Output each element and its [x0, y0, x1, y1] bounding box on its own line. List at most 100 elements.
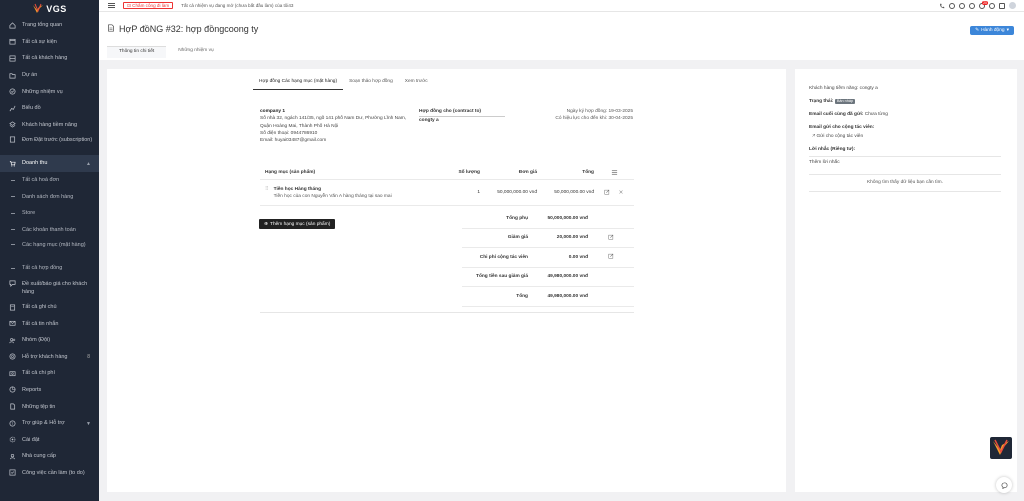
chat-support-button[interactable] — [996, 477, 1012, 493]
contract-dates: Ngày ký hợp đồng: 19-03-2025 Có hiệu lực… — [555, 108, 633, 123]
summary-label: Tổng — [516, 293, 528, 299]
tab-tasks[interactable]: Những nhiệm vụ — [166, 46, 225, 58]
edit-affiliate-cost-icon[interactable] — [608, 253, 614, 261]
contract-to-value[interactable]: congty a — [419, 117, 505, 124]
sidebar-sub-label: Tất cả hợp đồng — [22, 265, 63, 272]
proposal-icon — [9, 280, 16, 287]
sidebar-sub-label: Các hạng mục (mặt hàng) — [22, 242, 86, 249]
message-icon — [9, 320, 16, 327]
chat-bubble-icon[interactable]: 20 — [979, 0, 988, 9]
add-reminder-link[interactable]: Thêm lời nhắc — [809, 160, 840, 165]
counter-dot: 8 — [87, 353, 90, 360]
sidebar-sub-label: Tất cả hoá đơn — [22, 177, 60, 184]
sidebar-item-expenses[interactable]: Tất cả chi phí — [0, 365, 99, 382]
col-price: Đơn giá — [518, 170, 537, 175]
reminder-label-text: Lời nhắc (Riêng tư): — [809, 147, 856, 152]
divider — [809, 174, 1001, 175]
table-header-row: Hạng mục (sản phẩm) Số lượng Đơn giá Tổn… — [260, 166, 634, 180]
support-icon — [9, 353, 16, 360]
open-tasks-link[interactable]: Tất cả nhiệm vụ đang mở (chưa bắt đầu là… — [181, 3, 293, 8]
tab-contract-preview[interactable]: Xem trước — [399, 78, 434, 90]
bell-icon[interactable] — [989, 2, 995, 9]
add-item-label: Thêm hạng mục (sản phẩm) — [270, 221, 331, 227]
table-row: ⠿ Tiền học Hàng tháng Tiền học của con N… — [260, 180, 634, 206]
floating-brand-widget[interactable] — [990, 437, 1012, 459]
sidebar-item-files[interactable]: Những tệp tin — [0, 398, 99, 415]
nav-main: Trang tổng quan Tất cả sự kiện Tất cả kh… — [0, 17, 99, 172]
status-label: Trạng thái: — [809, 99, 834, 104]
sidebar-item-subscriptions[interactable]: Đơn Đặt trước (subscription) — [0, 133, 99, 155]
sidebar-item-proposals[interactable]: Đề xuất/báo giá cho khách hàng — [0, 277, 99, 299]
last-email-label: Email cuối cùng đã gửi: — [809, 112, 864, 117]
sidebar-item-label: Khách hàng tiềm năng — [22, 121, 78, 128]
column-menu-icon[interactable] — [594, 169, 634, 176]
sidebar-item-leads[interactable]: Khách hàng tiềm năng — [0, 117, 99, 134]
tab-contract-editor[interactable]: Soạn thảo hợp đồng — [343, 78, 399, 90]
dash-icon — [11, 244, 15, 246]
search-icon[interactable] — [949, 2, 955, 9]
contract-summary: Tổng phụ 50,000,000.00 vnđ Giảm giá 20,0… — [462, 209, 634, 307]
sidebar-item-support[interactable]: Hỗ trợ khách hàng 8 — [0, 349, 99, 366]
divider — [809, 156, 1001, 157]
sidebar-item-label: Dự án — [22, 72, 38, 79]
col-item: Hạng mục (sản phẩm) — [265, 170, 316, 175]
edit-discount-icon[interactable] — [608, 234, 614, 242]
dash-icon — [11, 267, 15, 269]
item-title: Tiền học Hàng tháng — [273, 187, 322, 192]
delete-icon[interactable] — [618, 189, 624, 197]
folder-icon — [9, 72, 16, 79]
hamburger-menu-icon[interactable] — [108, 3, 115, 8]
sidebar-item-todo[interactable]: Công việc cần làm (to do) — [0, 465, 99, 482]
sidebar-item-label: Tất cả sự kiện — [22, 38, 57, 45]
globe-icon[interactable] — [969, 2, 975, 9]
contract-document-icon — [107, 24, 115, 34]
clock-in-button[interactable]: ⊡ Chấm công đi làm — [123, 2, 174, 9]
edit-icon[interactable] — [604, 189, 610, 197]
sidebar-item-dashboard[interactable]: Trang tổng quan — [0, 17, 99, 34]
tab-contract-items[interactable]: Hợp đồng Các hạng mục (mặt hàng) — [253, 78, 344, 90]
chevron-up-icon: ▲ — [86, 161, 91, 168]
sidebar-item-customers[interactable]: Tất cả khách hàng — [0, 50, 99, 67]
send-email-link[interactable]: 🡥 Gửi cho cộng tác viên — [812, 133, 863, 141]
sidebar-item-events[interactable]: Tất cả sự kiện — [0, 34, 99, 51]
sidebar-item-reports[interactable]: Reports — [0, 382, 99, 399]
tab-details[interactable]: Thông tin chi tiết — [107, 46, 167, 58]
sidebar-item-vendors[interactable]: Nhà cung cấp — [0, 448, 99, 465]
sidebar-item-charts[interactable]: Biểu đồ — [0, 100, 99, 117]
sidebar-item-label: Nhóm (Đội) — [22, 337, 51, 344]
dash-icon — [11, 179, 15, 181]
phone-icon[interactable] — [939, 3, 945, 9]
topbar-icons: 20 — [939, 0, 1016, 9]
page-header: HợP đồNG #32: hợp đồngcoong ty ✎ Hành độ… — [99, 12, 1024, 60]
sidebar-sub-invoices[interactable]: Tất cả hoá đơn — [0, 172, 99, 189]
sidebar-sub-orders[interactable]: Danh sách đơn hàng — [0, 188, 99, 205]
sidebar-sub-contracts[interactable]: Tất cả hợp đồng — [0, 260, 99, 277]
sidebar-item-help[interactable]: ? Trợ giúp & Hỗ trợ ▼ — [0, 415, 99, 432]
sidebar-item-notes[interactable]: Tất cả ghi chú — [0, 299, 99, 316]
home-icon — [9, 22, 16, 29]
sidebar-item-settings[interactable]: Cài đặt — [0, 431, 99, 448]
user-avatar[interactable] — [1009, 2, 1016, 9]
summary-value: 49,980,000.00 vnđ — [547, 293, 588, 299]
sidebar-sub-store[interactable]: Store — [0, 205, 99, 222]
reminder-label: Lời nhắc (Riêng tư): — [809, 147, 855, 152]
vendor-icon — [9, 453, 16, 460]
exit-icon[interactable] — [999, 2, 1005, 9]
sidebar-item-label: Cài đặt — [22, 436, 40, 443]
sidebar-sub-payments[interactable]: Các khoản thanh toán — [0, 222, 99, 239]
timer-icon[interactable] — [959, 2, 965, 9]
users-icon — [9, 55, 16, 62]
item-total: 50,000,000.00 vnđ — [554, 190, 594, 195]
actions-dropdown-button[interactable]: ✎ Hành động ▾ — [970, 26, 1014, 35]
sidebar-item-team[interactable]: Nhóm (Đội) — [0, 332, 99, 349]
company-email: Email: huyai03487@gmail.com — [260, 138, 327, 144]
brand-logo[interactable]: VGS — [0, 0, 99, 17]
add-item-button[interactable]: ⊕ Thêm hạng mục (sản phẩm) — [259, 219, 336, 229]
sidebar-item-projects[interactable]: Dự án — [0, 67, 99, 84]
summary-row-affiliate-cost: Chi phí cộng tác viên 0.00 vnđ — [462, 248, 634, 268]
sidebar-sub-items[interactable]: Các hạng mục (mặt hàng) — [0, 238, 99, 260]
sidebar-item-tasks[interactable]: Những nhiệm vụ — [0, 83, 99, 100]
sidebar-item-messages[interactable]: Tất cả tin nhắn — [0, 315, 99, 332]
sidebar-item-revenue[interactable]: Doanh thu ▲ — [0, 155, 99, 172]
drag-handle-icon[interactable]: ⠿ — [265, 186, 269, 199]
